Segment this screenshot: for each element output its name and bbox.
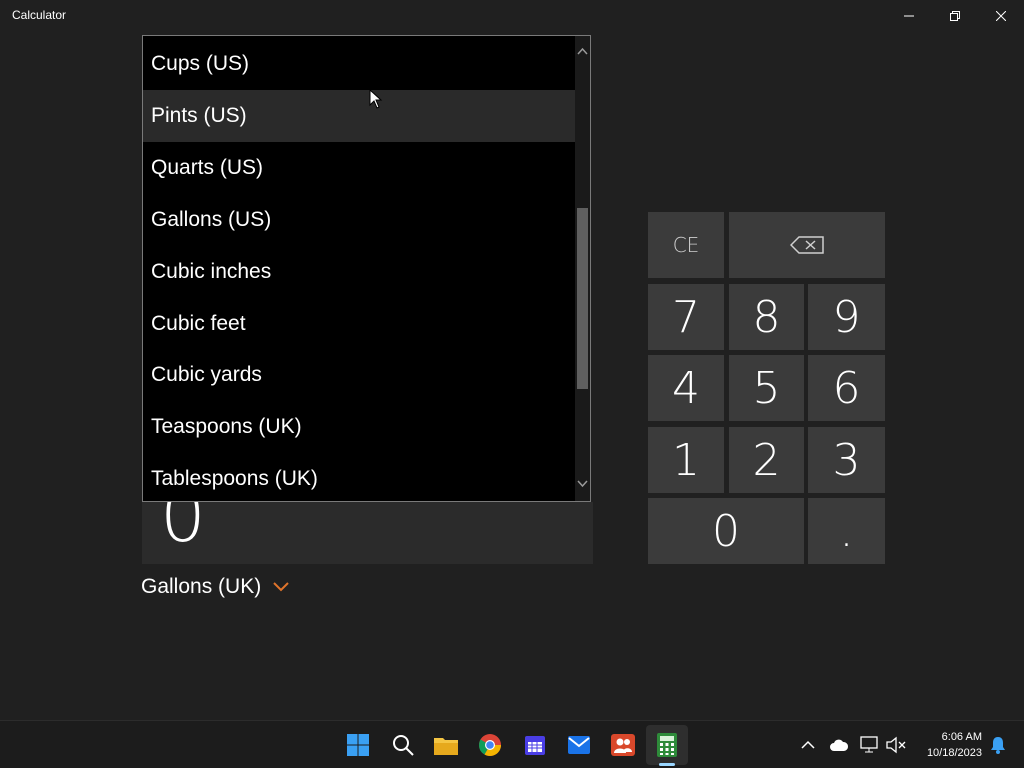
unit-selector[interactable]: Gallons (UK) — [141, 572, 289, 602]
minimize-icon — [904, 15, 914, 17]
mail-button[interactable] — [566, 732, 592, 758]
digit-8-button[interactable]: 8 — [729, 284, 804, 350]
backspace-icon — [790, 236, 824, 254]
file-explorer-icon — [434, 738, 458, 755]
list-item[interactable]: Gallons (US) — [143, 194, 576, 246]
teams-button[interactable] — [610, 732, 636, 758]
network-icon — [860, 736, 878, 753]
list-item[interactable]: Cubic feet — [143, 298, 576, 350]
list-item[interactable]: Quarts (US) — [143, 142, 576, 194]
active-app-indicator — [659, 763, 675, 766]
taskbar: 6:06 AM 10/18/2023 — [0, 720, 1024, 768]
digit-4-button[interactable]: 4 — [648, 355, 724, 421]
network-button[interactable] — [857, 732, 883, 758]
volume-muted-icon — [886, 736, 906, 754]
calendar-button[interactable] — [522, 732, 548, 758]
scrollbar-thumb[interactable] — [577, 208, 588, 389]
mail-icon — [568, 736, 590, 754]
close-button[interactable] — [978, 0, 1024, 32]
search-icon — [393, 735, 414, 756]
start-icon — [347, 734, 369, 756]
list-item[interactable]: Cups (US) — [143, 38, 576, 90]
cloud-icon — [830, 739, 849, 751]
digit-2-button[interactable]: 2 — [729, 427, 804, 493]
backspace-button[interactable] — [729, 212, 885, 278]
calendar-icon — [525, 736, 545, 755]
title-bar: Calculator — [0, 0, 1024, 32]
restore-icon — [950, 11, 960, 21]
value-text: 0 — [160, 502, 206, 558]
chrome-icon — [479, 734, 501, 756]
show-hidden-icons-button[interactable] — [795, 732, 821, 758]
list-item[interactable]: Pints (US) — [143, 90, 576, 142]
scroll-down-icon[interactable] — [577, 478, 588, 489]
scroll-up-icon[interactable] — [577, 46, 588, 57]
volume-button[interactable] — [883, 732, 909, 758]
mouse-pointer-icon — [369, 89, 383, 109]
clear-entry-button[interactable]: CE — [648, 212, 724, 278]
unit-selector-label: Gallons (UK) — [141, 575, 262, 598]
file-explorer-button[interactable] — [433, 732, 459, 758]
digit-5-button[interactable]: 5 — [729, 355, 804, 421]
digit-7-button[interactable]: 7 — [648, 284, 724, 350]
bell-icon — [991, 737, 1005, 754]
window-title: Calculator — [12, 8, 67, 22]
restore-button[interactable] — [932, 0, 978, 32]
unit-dropdown-list[interactable]: Cups (US) Pints (US) Quarts (US) Gallons… — [142, 35, 591, 502]
notifications-button[interactable] — [985, 732, 1011, 758]
onedrive-button[interactable] — [826, 732, 852, 758]
list-item[interactable]: Cubic inches — [143, 246, 576, 298]
value-display[interactable]: 0 — [142, 502, 593, 564]
calculator-icon — [657, 733, 677, 757]
chrome-button[interactable] — [477, 732, 503, 758]
clock[interactable]: 6:06 AM 10/18/2023 — [918, 729, 982, 761]
chevron-down-icon — [273, 582, 289, 592]
list-item[interactable]: Cubic yards — [143, 349, 576, 401]
minimize-button[interactable] — [886, 0, 932, 32]
clock-time: 6:06 AM — [941, 731, 982, 743]
digit-3-button[interactable]: 3 — [808, 427, 885, 493]
list-item[interactable]: Teaspoons (UK) — [143, 401, 576, 453]
clock-date: 10/18/2023 — [926, 747, 982, 759]
close-icon — [996, 11, 1006, 21]
chevron-up-icon — [801, 740, 815, 749]
digit-0-button[interactable]: 0 — [648, 498, 804, 564]
digit-9-button[interactable]: 9 — [808, 284, 885, 350]
scrollbar[interactable] — [575, 36, 590, 501]
decimal-button[interactable]: . — [808, 498, 885, 564]
list-item[interactable]: Tablespoons (UK) — [143, 453, 576, 501]
digit-1-button[interactable]: 1 — [648, 427, 724, 493]
calculator-button[interactable] — [654, 732, 680, 758]
digit-6-button[interactable]: 6 — [808, 355, 885, 421]
search-button[interactable] — [390, 732, 416, 758]
start-button[interactable] — [345, 732, 371, 758]
teams-icon — [611, 734, 635, 756]
